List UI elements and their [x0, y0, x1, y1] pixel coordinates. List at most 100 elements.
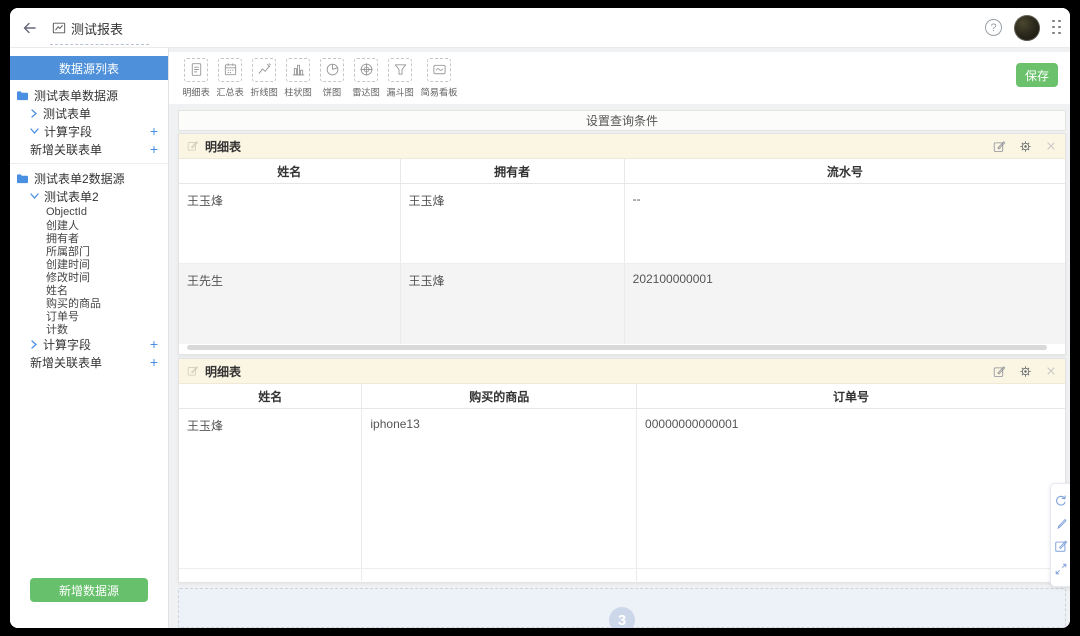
- radar-chart-icon: [354, 57, 378, 82]
- pen-icon[interactable]: [1054, 517, 1068, 531]
- report-title-wrap[interactable]: 测试报表: [50, 15, 150, 45]
- widget-title: 明细表: [205, 364, 242, 379]
- table-row[interactable]: 王玉烽 iphone13 00000000000001: [179, 409, 1065, 569]
- summary-table-icon: [218, 57, 242, 82]
- tree-item-form2[interactable]: 测试表单2: [10, 187, 168, 205]
- column-header[interactable]: 拥有者: [401, 159, 625, 183]
- page-title: 测试报表: [71, 21, 124, 37]
- close-widget-icon[interactable]: [1045, 140, 1057, 152]
- add-related-form-button[interactable]: +: [150, 142, 158, 156]
- table-row[interactable]: 王先生 王玉烽 202100000001: [179, 264, 1065, 344]
- toolbar-item-funnel-chart[interactable]: 漏斗图: [383, 57, 417, 99]
- tree-item-add-related2[interactable]: 新增关联表单 +: [10, 353, 168, 371]
- detail-table-widget-2: 明细表 姓名 购买的商品 订单号 王玉烽 iphone13 0000000000…: [178, 358, 1066, 583]
- toolbar-item-label: 明细表: [182, 87, 210, 98]
- top-bar: 测试报表 ?: [10, 8, 1070, 48]
- tree-field-purchased-goods[interactable]: 购买的商品: [10, 296, 168, 310]
- tree-label: 测试表单2: [44, 189, 99, 204]
- tree-label: 新增关联表单: [30, 355, 103, 370]
- back-arrow-icon: [23, 22, 36, 33]
- toolbar-item-line-chart[interactable]: 折线图: [247, 57, 281, 99]
- toolbar-item-simple-dashboard[interactable]: 简易看板: [417, 57, 461, 99]
- column-header[interactable]: 订单号: [637, 384, 1065, 408]
- add-calc-field-button[interactable]: +: [150, 337, 158, 351]
- datasource-list-header: 数据源列表: [10, 56, 168, 80]
- help-icon[interactable]: ?: [985, 19, 1002, 36]
- chart-type-toolbar: 明细表 汇总表 折线图 柱状图 饼图 雷达图 漏斗图 简易看板 保存: [169, 52, 1070, 104]
- expand-icon[interactable]: [1054, 562, 1068, 576]
- app-window: 测试报表 ? 数据源列表 测试表单数据源 测试表单 计算字段 + 新增关联表单 …: [10, 8, 1070, 628]
- toolbar-item-label: 折线图: [250, 87, 278, 98]
- table-row[interactable]: 王玉烽 王玉烽 --: [179, 184, 1065, 264]
- add-related-form-button[interactable]: +: [150, 355, 158, 369]
- drop-zone-badge: 3: [609, 607, 635, 628]
- column-header[interactable]: 姓名: [179, 384, 363, 408]
- toolbar-item-detail-table[interactable]: 明细表: [179, 57, 213, 99]
- right-tool-rail: [1050, 483, 1070, 587]
- avatar[interactable]: [1014, 14, 1040, 41]
- refresh-icon[interactable]: [1054, 494, 1068, 508]
- set-query-conditions-bar[interactable]: 设置查询条件: [178, 110, 1066, 131]
- cell-owner: 王玉烽: [401, 264, 625, 344]
- tree-field-modified-time[interactable]: 修改时间: [10, 270, 168, 284]
- pie-chart-icon: [320, 57, 344, 82]
- tree-field-count[interactable]: 计数: [10, 322, 168, 336]
- tree-field-order-number[interactable]: 订单号: [10, 309, 168, 323]
- top-bar-right: ?: [985, 14, 1070, 41]
- cell-name: 王玉烽: [179, 184, 401, 263]
- widget-actions: [993, 365, 1057, 378]
- chevron-right-icon: [30, 108, 38, 118]
- back-button[interactable]: [10, 8, 50, 48]
- column-header[interactable]: 流水号: [625, 159, 1065, 183]
- chevron-right-icon: [30, 339, 38, 349]
- table-header-row: 姓名 购买的商品 订单号: [179, 384, 1065, 409]
- cell-serial: --: [632, 192, 641, 206]
- toolbar-item-label: 漏斗图: [386, 87, 414, 98]
- cell-serial: 202100000001: [632, 272, 713, 286]
- save-button[interactable]: 保存: [1016, 63, 1058, 87]
- tree-field-objectid[interactable]: ObjectId: [10, 205, 168, 218]
- widget-settings-gear-icon[interactable]: [1019, 365, 1032, 378]
- cell-owner: 王玉烽: [401, 184, 625, 263]
- widget-drop-zone[interactable]: 3: [178, 588, 1066, 628]
- column-header[interactable]: 姓名: [179, 159, 401, 183]
- tree-item-calc-fields2[interactable]: 计算字段 +: [10, 335, 168, 353]
- title-edit-icon: [187, 366, 199, 376]
- tree-label: 测试表单2数据源: [34, 171, 125, 186]
- toolbar-item-label: 汇总表: [216, 87, 244, 98]
- tree-item-form1[interactable]: 测试表单: [10, 104, 168, 122]
- horizontal-scrollbar[interactable]: [187, 345, 1047, 350]
- tree-label: 测试表单: [43, 106, 92, 121]
- toolbar-item-radar-chart[interactable]: 雷达图: [349, 57, 383, 99]
- folder-icon: [16, 90, 29, 101]
- line-chart-icon: [252, 57, 276, 82]
- tree-label: 新增关联表单: [30, 142, 103, 157]
- widget-header: 明细表: [179, 359, 1065, 384]
- toolbar-item-label: 雷达图: [352, 87, 380, 98]
- tree-field-creator[interactable]: 创建人: [10, 218, 168, 232]
- tree-label: 计算字段: [44, 124, 93, 139]
- toolbar-item-bar-chart[interactable]: 柱状图: [281, 57, 315, 99]
- edit-note-icon[interactable]: [1054, 539, 1068, 553]
- edit-widget-icon[interactable]: [993, 365, 1006, 378]
- funnel-chart-icon: [388, 57, 412, 82]
- tree-item-calc-fields1[interactable]: 计算字段 +: [10, 122, 168, 140]
- column-header[interactable]: 购买的商品: [362, 384, 638, 408]
- close-widget-icon[interactable]: [1045, 365, 1057, 377]
- tree-folder-datasource1[interactable]: 测试表单数据源: [10, 86, 168, 104]
- more-options-icon[interactable]: [1052, 19, 1062, 36]
- tree-item-add-related1[interactable]: 新增关联表单 +: [10, 140, 168, 158]
- add-datasource-button[interactable]: 新增数据源: [30, 578, 148, 602]
- toolbar-item-label: 柱状图: [284, 87, 312, 98]
- toolbar-item-summary-table[interactable]: 汇总表: [213, 57, 247, 99]
- datasource-tree: 测试表单数据源 测试表单 计算字段 + 新增关联表单 + 测试表单2数据源 测试…: [10, 80, 168, 371]
- toolbar-item-pie-chart[interactable]: 饼图: [315, 57, 349, 99]
- tree-folder-datasource2[interactable]: 测试表单2数据源: [10, 169, 168, 187]
- tree-label: 计算字段: [43, 337, 92, 352]
- edit-widget-icon[interactable]: [993, 140, 1006, 153]
- widget-settings-gear-icon[interactable]: [1019, 140, 1032, 153]
- main-canvas: 明细表 汇总表 折线图 柱状图 饼图 雷达图 漏斗图 简易看板 保存 设置查询条…: [169, 48, 1070, 628]
- tree-divider: [10, 163, 168, 164]
- widget-header: 明细表: [179, 134, 1065, 159]
- add-calc-field-button[interactable]: +: [150, 124, 158, 138]
